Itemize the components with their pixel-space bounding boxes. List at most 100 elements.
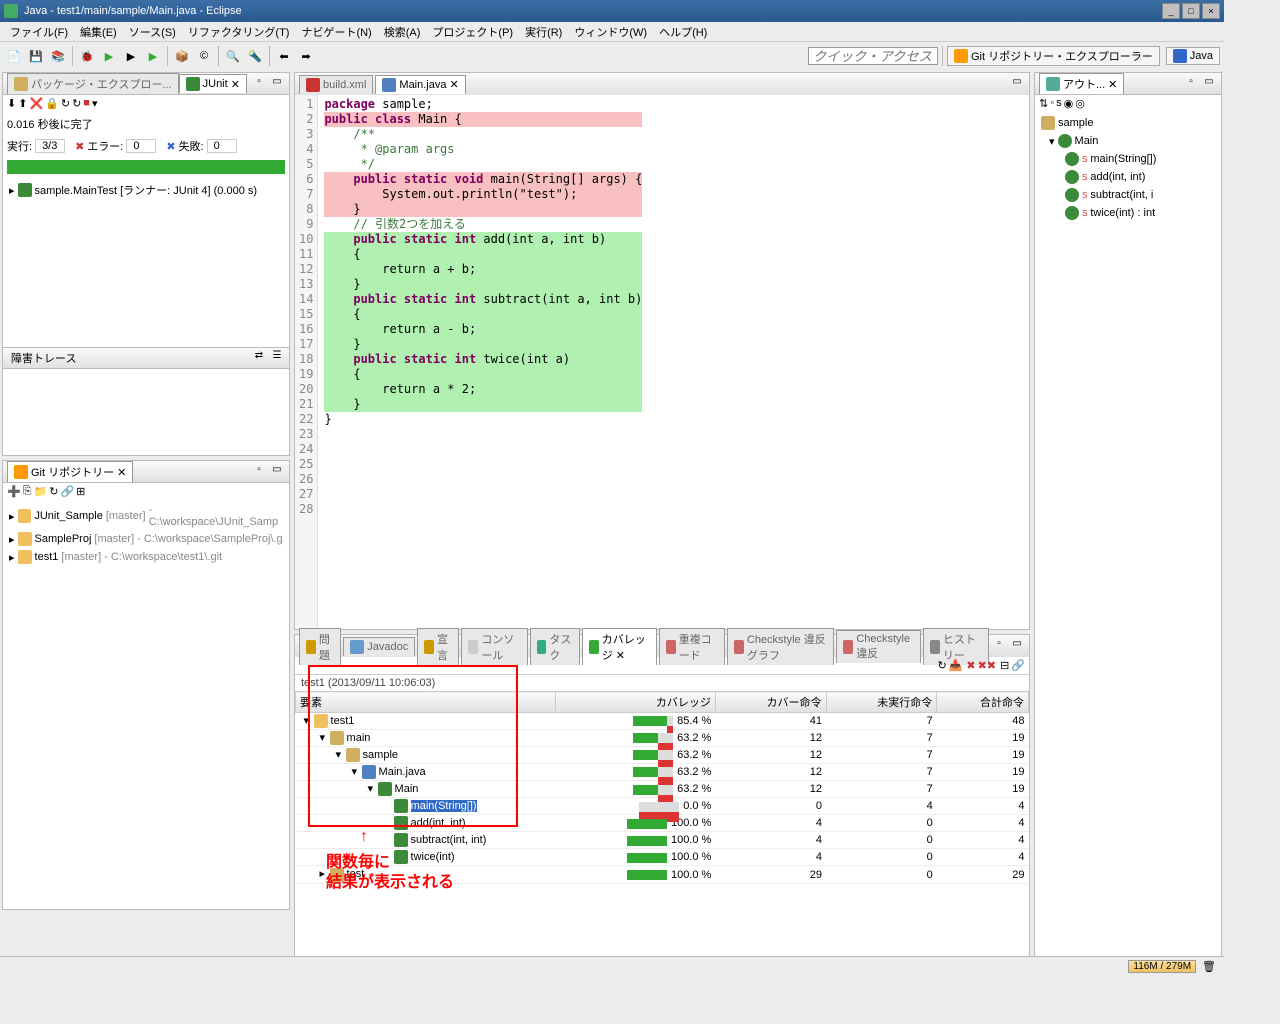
gc-icon[interactable]: 🗑 xyxy=(1202,960,1216,973)
memory-monitor[interactable]: 116M / 279M xyxy=(1128,960,1196,973)
hide-nonpublic-icon[interactable]: ◉ xyxy=(1064,97,1074,110)
show-failures-icon[interactable]: ❌ xyxy=(29,97,43,110)
minimize-icon[interactable]: ▫ xyxy=(991,638,1007,654)
coverage-session-label: test1 (2013/09/11 10:06:03) xyxy=(295,675,1029,691)
menu-item[interactable]: 検索(A) xyxy=(378,22,427,42)
menu-bar: ファイル(F)編集(E)ソース(S)リファクタリング(T)ナビゲート(N)検索(… xyxy=(0,22,1224,42)
stop-icon[interactable]: ■ xyxy=(83,97,90,110)
outline-method[interactable]: S add(int, int) xyxy=(1037,168,1219,186)
hide-fields-icon[interactable]: ◦ xyxy=(1050,97,1054,110)
coverage-table: 要素カバレッジカバー命令未実行命令合計命令 ▾ test185.4 %41748… xyxy=(295,691,1029,884)
junit-progress-bar xyxy=(7,160,285,174)
code-editor[interactable]: 1234567891011121314151617181920212223242… xyxy=(295,95,1029,629)
collapse-icon[interactable]: ⊟ xyxy=(1000,659,1009,672)
git-tab[interactable]: Git リポジトリー ✕ xyxy=(7,461,133,482)
scroll-lock-icon[interactable]: 🔒 xyxy=(45,97,59,110)
perspective-git[interactable]: Git リポジトリー・エクスプローラー xyxy=(947,46,1160,66)
history-icon[interactable]: ▾ xyxy=(92,97,98,110)
menu-item[interactable]: プロジェクト(P) xyxy=(426,22,519,42)
menu-item[interactable]: ナビゲート(N) xyxy=(295,22,377,42)
rerun-icon[interactable]: ↻ xyxy=(61,97,70,110)
quick-access-input[interactable] xyxy=(808,47,938,65)
editor-tab-mainjava[interactable]: Main.java ✕ xyxy=(375,75,465,94)
next-failure-icon[interactable]: ⬇ xyxy=(7,97,16,110)
minimize-icon[interactable]: ▫ xyxy=(251,464,267,480)
menu-item[interactable]: リファクタリング(T) xyxy=(182,22,296,42)
run-last-icon[interactable]: ▶ xyxy=(143,46,163,66)
new-class-icon[interactable]: © xyxy=(194,46,214,66)
bottom-views: 問題Javadoc宣言コンソールタスクカバレッジ ✕重複コードCheckstyl… xyxy=(294,634,1030,974)
link-icon[interactable]: 🔗 xyxy=(60,485,74,498)
remove-icon[interactable]: ✖ xyxy=(966,659,975,672)
filter-icon[interactable]: ☰ xyxy=(269,350,285,366)
minimize-icon[interactable]: ▫ xyxy=(1183,76,1199,92)
create-repo-icon[interactable]: 📁 xyxy=(34,485,48,498)
back-icon[interactable]: ⬅ xyxy=(274,46,294,66)
forward-icon[interactable]: ➡ xyxy=(296,46,316,66)
close-button[interactable]: × xyxy=(1202,3,1220,19)
coverage-row[interactable]: twice(int)100.0 %404 xyxy=(296,849,1029,866)
minimize-button[interactable]: _ xyxy=(1162,3,1180,19)
runs-label: 実行: 3/3 xyxy=(7,138,65,154)
menu-item[interactable]: ファイル(F) xyxy=(4,22,74,42)
maximize-button[interactable]: □ xyxy=(1182,3,1200,19)
new-package-icon[interactable]: 📦 xyxy=(172,46,192,66)
git-repo-row[interactable]: ▸SampleProj [master] - C:\workspace\Samp… xyxy=(5,530,287,548)
junit-tab[interactable]: JUnit ✕ xyxy=(179,74,247,93)
editor-tab-buildxml[interactable]: build.xml xyxy=(299,75,373,94)
outline-method[interactable]: S twice(int) : int xyxy=(1037,204,1219,222)
hide-local-icon[interactable]: ◎ xyxy=(1075,97,1085,110)
debug-icon[interactable]: 🐞 xyxy=(77,46,97,66)
maximize-icon[interactable]: ▭ xyxy=(269,76,285,92)
maximize-icon[interactable]: ▭ xyxy=(1009,638,1025,654)
add-repo-icon[interactable]: ➕ xyxy=(7,485,21,498)
open-type-icon[interactable]: 🔍 xyxy=(223,46,243,66)
dump-icon[interactable]: 📥 xyxy=(949,659,963,672)
annotation-text2: 結果が表示される xyxy=(326,868,454,892)
git-repositories-view: Git リポジトリー ✕ ▫ ▭ ➕ ⎘ 📁 ↻ 🔗 ⊞ ▸JUnit_Samp… xyxy=(2,460,290,910)
outline-method[interactable]: S subtract(int, i xyxy=(1037,186,1219,204)
sort-icon[interactable]: ⇅ xyxy=(1039,97,1048,110)
perspective-java[interactable]: Java xyxy=(1166,47,1220,65)
rerun-icon[interactable]: ↻ xyxy=(938,659,947,672)
coverage-row[interactable]: ▾ main63.2 %12719 xyxy=(296,730,1029,747)
hierarchy-icon[interactable]: ⊞ xyxy=(76,485,85,498)
git-repo-row[interactable]: ▸JUnit_Sample [master] - C:\workspace\JU… xyxy=(5,502,287,530)
prev-failure-icon[interactable]: ⬆ xyxy=(18,97,27,110)
main-toolbar: 📄 💾 📚 🐞 ▶ ▶ ▶ 📦 © 🔍 🔦 ⬅ ➡ Git リポジトリー・エクス… xyxy=(0,42,1224,70)
search-icon[interactable]: 🔦 xyxy=(245,46,265,66)
minimize-icon[interactable]: ▫ xyxy=(251,76,267,92)
coverage-icon[interactable]: ▶ xyxy=(121,46,141,66)
outline-method[interactable]: S main(String[]) xyxy=(1037,150,1219,168)
save-all-icon[interactable]: 📚 xyxy=(48,46,68,66)
bottom-tab[interactable]: Javadoc xyxy=(343,637,415,656)
maximize-icon[interactable]: ▭ xyxy=(1201,76,1217,92)
menu-item[interactable]: ソース(S) xyxy=(123,22,182,42)
maximize-icon[interactable]: ▭ xyxy=(269,464,285,480)
new-icon[interactable]: 📄 xyxy=(4,46,24,66)
coverage-row[interactable]: ▾ test185.4 %41748 xyxy=(296,713,1029,730)
package-explorer-tab[interactable]: パッケージ・エクスプロー... xyxy=(7,73,179,94)
junit-status-text: 0.016 秒後に完了 xyxy=(3,112,289,136)
menu-item[interactable]: ウィンドウ(W) xyxy=(568,22,653,42)
menu-item[interactable]: 編集(E) xyxy=(74,22,123,42)
hide-static-icon[interactable]: s xyxy=(1056,97,1062,110)
rerun-failed-icon[interactable]: ↻ xyxy=(72,97,81,110)
maximize-icon[interactable]: ▭ xyxy=(1009,76,1025,92)
junit-test-row[interactable]: ▸sample.MainTest [ランナー: JUnit 4] (0.000 … xyxy=(5,180,287,200)
status-bar: 116M / 279M 🗑 xyxy=(0,956,1224,976)
remove-all-icon[interactable]: ✖✖ xyxy=(978,659,996,672)
refresh-icon[interactable]: ↻ xyxy=(49,485,58,498)
run-icon[interactable]: ▶ xyxy=(99,46,119,66)
menu-item[interactable]: 実行(R) xyxy=(519,22,568,42)
clone-icon[interactable]: ⎘ xyxy=(23,485,32,498)
outline-class[interactable]: ▾Main xyxy=(1037,132,1219,150)
compare-icon[interactable]: ⇄ xyxy=(251,350,267,366)
save-icon[interactable]: 💾 xyxy=(26,46,46,66)
coverage-row[interactable]: subtract(int, int)100.0 %404 xyxy=(296,832,1029,849)
git-repo-row[interactable]: ▸test1 [master] - C:\workspace\test1\.gi… xyxy=(5,548,287,566)
link-icon[interactable]: 🔗 xyxy=(1011,659,1025,672)
outline-tab[interactable]: アウト... ✕ xyxy=(1039,73,1124,94)
outline-package[interactable]: sample xyxy=(1037,114,1219,132)
menu-item[interactable]: ヘルプ(H) xyxy=(653,22,713,42)
